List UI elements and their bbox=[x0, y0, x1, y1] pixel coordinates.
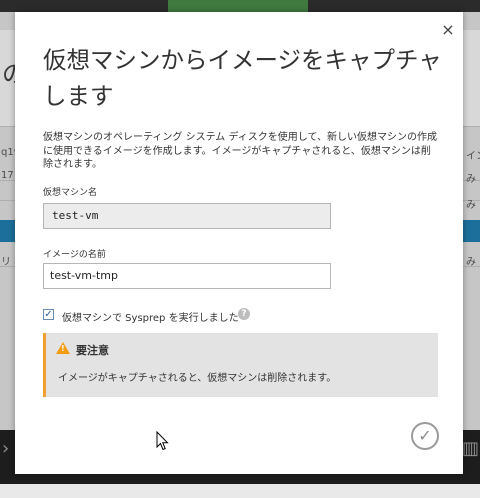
sysprep-label[interactable]: 仮想マシンで Sysprep を実行しました bbox=[62, 309, 239, 324]
warning-box: ! 要注意 イメージがキャプチャされると、仮想マシンは削除されます。 bbox=[43, 333, 438, 397]
portal-status-strip bbox=[0, 484, 480, 498]
close-icon[interactable]: × bbox=[440, 22, 456, 38]
vm-name-field: test-vm bbox=[43, 203, 331, 229]
portal-row-label: 17 bbox=[1, 170, 14, 181]
warning-text: イメージがキャプチャされると、仮想マシンは削除されます。 bbox=[58, 373, 337, 384]
portal-row-label: リ bbox=[1, 257, 11, 268]
portal-row-label: み bbox=[466, 174, 476, 185]
capture-image-dialog: × 仮想マシンからイメージをキャプチャします 仮想マシンのオペレーティング シス… bbox=[15, 12, 463, 474]
checkmark-icon[interactable]: ✓ bbox=[411, 422, 439, 450]
vm-name-label: 仮想マシン名 bbox=[43, 188, 98, 198]
sysprep-checkbox[interactable]: ✓ bbox=[43, 309, 54, 320]
help-icon[interactable]: ? bbox=[238, 308, 250, 320]
delete-icon: ▥ bbox=[462, 438, 480, 459]
warning-icon-mark: ! bbox=[61, 344, 65, 353]
portal-row-label: イン bbox=[466, 151, 480, 162]
connect-icon: › bbox=[2, 438, 10, 459]
image-name-label: イメージの名前 bbox=[43, 250, 106, 260]
dialog-title: 仮想マシンからイメージをキャプチャします bbox=[43, 46, 442, 110]
dialog-description: 仮想マシンのオペレーティング システム ディスクを使用して、新しい仮想マシンの作… bbox=[43, 132, 437, 170]
image-name-input[interactable]: test-vm-tmp bbox=[43, 263, 331, 289]
mouse-cursor-icon bbox=[156, 431, 169, 451]
portal-top-accent bbox=[168, 0, 308, 12]
warning-title: 要注意 bbox=[76, 344, 109, 357]
portal-row-label: み bbox=[466, 200, 476, 211]
portal-row-label: み bbox=[466, 257, 476, 268]
